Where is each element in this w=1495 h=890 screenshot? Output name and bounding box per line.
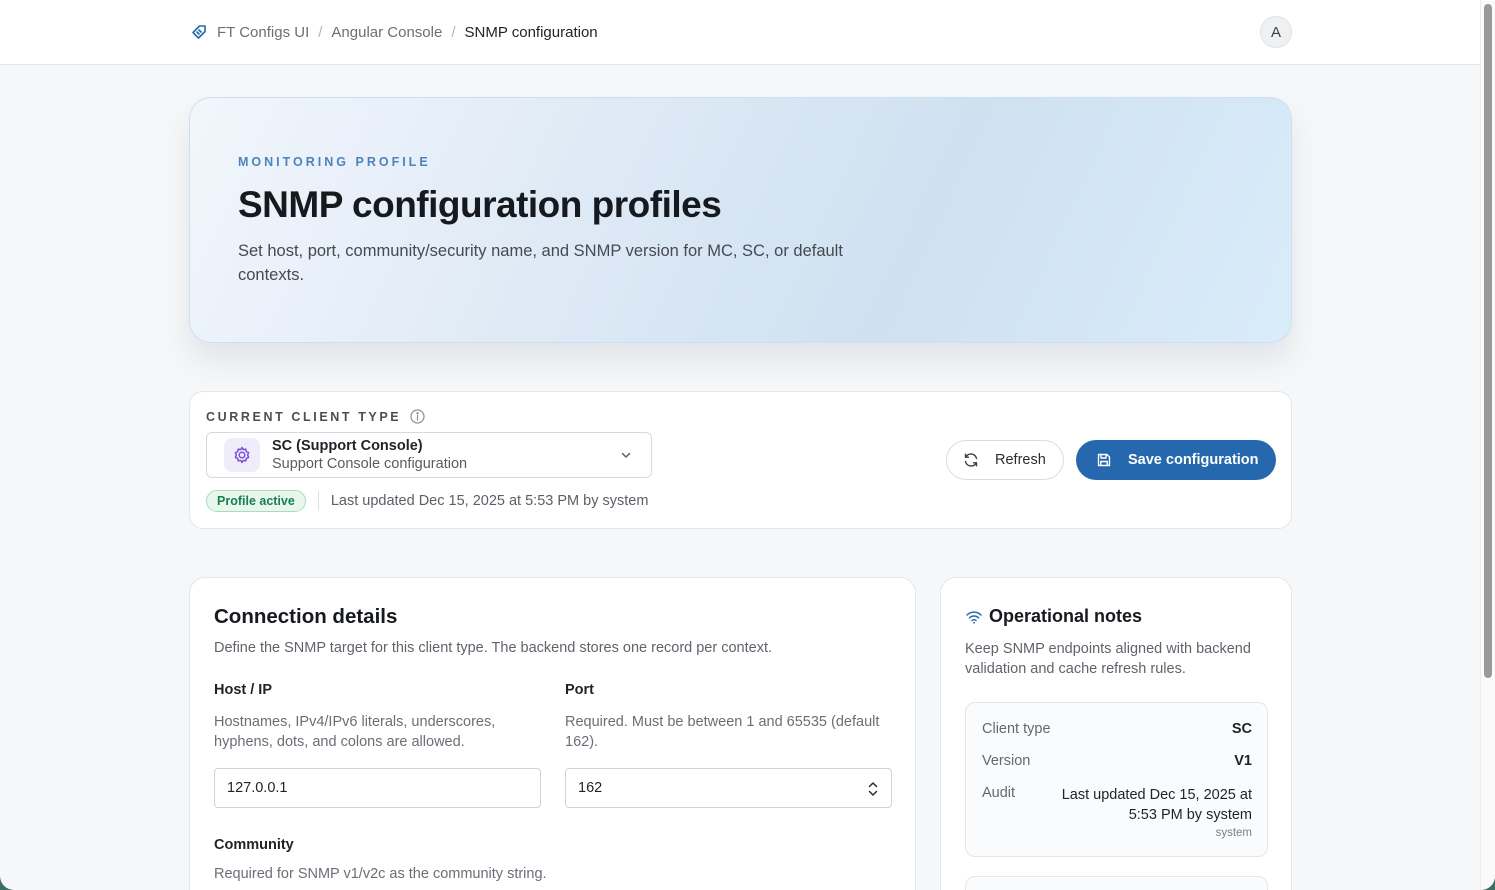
scrollbar-thumb[interactable] (1484, 4, 1492, 678)
notes-header: Operational notes (965, 606, 1142, 627)
notes-description: Keep SNMP endpoints aligned with backend… (965, 641, 1251, 677)
stepper-icon[interactable] (867, 780, 879, 798)
info-icon[interactable] (410, 409, 425, 424)
connection-details-card: Connection details Define the SNMP targe… (189, 577, 916, 890)
host-label: Host / IP (214, 682, 273, 698)
hero-description: Set host, port, community/security name,… (238, 242, 843, 284)
connection-title: Connection details (214, 605, 398, 628)
host-input[interactable]: 127.0.0.1 (214, 768, 541, 808)
save-label: Save configuration (1128, 452, 1259, 468)
community-label: Community (214, 837, 294, 853)
client-type-label: CURRENT CLIENT TYPE (206, 409, 425, 424)
audit-subtext: system (1215, 827, 1252, 839)
save-configuration-button[interactable]: Save configuration (1076, 440, 1276, 480)
hero-eyebrow: MONITORING PROFILE (238, 155, 431, 169)
status-badge: Profile active (206, 490, 306, 512)
port-label: Port (565, 682, 594, 698)
breadcrumb-section[interactable]: Angular Console (331, 24, 442, 41)
breadcrumb-current: SNMP configuration (464, 23, 598, 41)
gear-icon (224, 438, 260, 472)
page-title: SNMP configuration profiles (238, 184, 722, 225)
top-bar: FT Configs UI / Angular Console / SNMP c… (0, 0, 1480, 65)
page-scrollbar[interactable] (1480, 0, 1495, 890)
breadcrumb-separator: / (451, 23, 456, 41)
status-row: Profile active Last updated Dec 15, 2025… (206, 490, 648, 512)
save-icon (1096, 452, 1112, 468)
refresh-icon (963, 452, 979, 468)
app-window: FT Configs UI / Angular Console / SNMP c… (0, 0, 1495, 890)
wifi-icon (965, 608, 983, 626)
breadcrumb: FT Configs UI / Angular Console / SNMP c… (190, 22, 598, 42)
breadcrumb-separator: / (318, 23, 323, 41)
summary-key: Audit (982, 785, 1016, 801)
breadcrumb-app[interactable]: FT Configs UI (217, 24, 309, 41)
notes-title: Operational notes (989, 606, 1143, 626)
refresh-button[interactable]: Refresh (946, 440, 1064, 480)
port-input-value: 162 (578, 780, 603, 796)
connection-description: Define the SNMP target for this client t… (214, 640, 773, 656)
summary-value: V1 (1234, 753, 1252, 769)
host-input-value: 127.0.0.1 (227, 780, 288, 796)
summary-audit: Audit Last updated Dec 15, 2025 at 5:53 … (982, 785, 1252, 845)
operational-notes-card: Operational notes Keep SNMP endpoints al… (940, 577, 1292, 890)
selected-client-subtitle: Support Console configuration (272, 456, 468, 472)
host-help: Hostnames, IPv4/IPv6 literals, underscor… (214, 714, 496, 750)
tag-icon (190, 23, 208, 41)
summary-key: Version (982, 753, 1031, 769)
port-input[interactable]: 162 (565, 768, 892, 808)
chevron-down-icon (619, 448, 633, 462)
last-updated-text: Last updated Dec 15, 2025 at 5:53 PM by … (330, 493, 649, 509)
avatar[interactable]: A (1260, 16, 1292, 48)
client-type-label-text: CURRENT CLIENT TYPE (206, 409, 402, 424)
client-type-card: CURRENT CLIENT TYPE SC (Support Console)… (189, 391, 1292, 529)
hero-panel: MONITORING PROFILE SNMP configuration pr… (189, 97, 1292, 343)
selected-client-title: SC (Support Console) (272, 438, 423, 454)
port-help: Required. Must be between 1 and 65535 (d… (565, 714, 880, 750)
client-type-select[interactable]: SC (Support Console) Support Console con… (206, 432, 652, 478)
summary-value: SC (1231, 721, 1252, 737)
divider (317, 491, 319, 511)
profile-summary: Client type SC Version V1 Audit Last upd… (965, 702, 1268, 857)
summary-value: Last updated Dec 15, 2025 at 5:53 PM by … (1061, 787, 1252, 823)
secondary-summary-box (965, 876, 1268, 890)
community-help: Required for SNMP v1/v2c as the communit… (214, 866, 547, 882)
refresh-label: Refresh (995, 452, 1046, 468)
summary-key: Client type (982, 721, 1051, 737)
